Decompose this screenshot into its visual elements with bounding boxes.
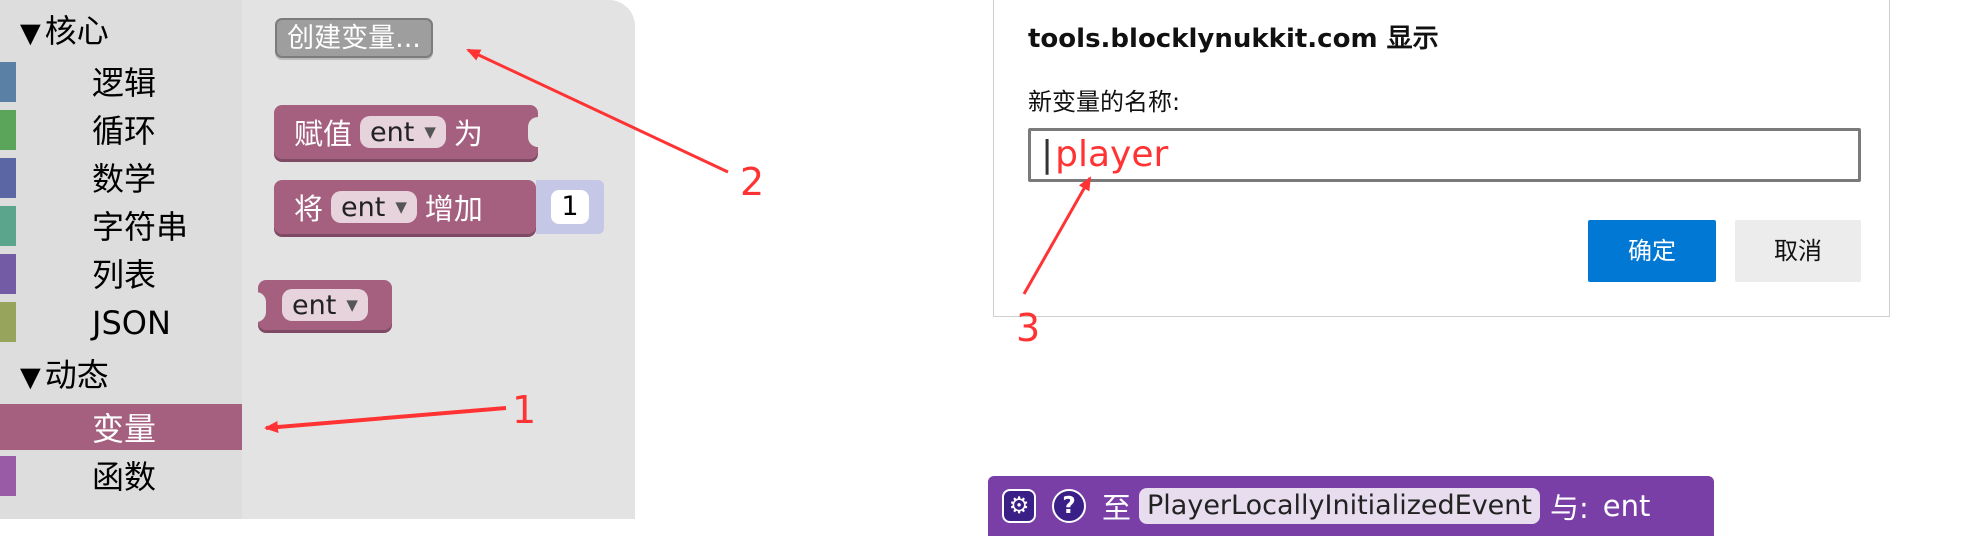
help-icon[interactable]: ?	[1052, 489, 1086, 523]
category-label: 逻辑	[92, 64, 157, 102]
expand-triangle-icon: ▼	[20, 18, 41, 49]
category-label: 循环	[92, 112, 157, 150]
category-group-dynamic[interactable]: ▼ 动态	[20, 352, 109, 398]
category-group-label: 动态	[44, 356, 109, 394]
category-color-swatch	[0, 62, 16, 102]
category-logic[interactable]: 逻辑	[0, 58, 242, 104]
ok-button[interactable]: 确定	[1588, 220, 1716, 282]
event-param-name: ent	[1602, 489, 1651, 523]
category-text[interactable]: 字符串	[0, 202, 242, 248]
variable-name-input[interactable]: |player	[1028, 128, 1861, 182]
gear-icon[interactable]: ⚙	[1002, 489, 1036, 523]
annotation-number-2: 2	[740, 160, 765, 204]
category-group-label: 核心	[44, 12, 109, 50]
block-label-by: 增加	[424, 192, 483, 226]
variable-dropdown[interactable]: ent ▼	[360, 116, 446, 148]
category-label: 变量	[92, 410, 157, 448]
variable-dropdown[interactable]: ent ▼	[331, 191, 417, 223]
category-math[interactable]: 数学	[0, 154, 242, 200]
change-variable-block[interactable]: 将 ent ▼ 增加 1	[274, 180, 604, 234]
dropdown-arrow-icon: ▼	[346, 296, 358, 314]
input-notch	[528, 117, 540, 147]
variable-name-input-value: player	[1055, 134, 1169, 175]
get-variable-block[interactable]: ent ▼	[256, 280, 392, 330]
category-label: 数学	[92, 160, 157, 198]
variable-name: ent	[341, 191, 386, 223]
dropdown-arrow-icon: ▼	[424, 123, 436, 141]
annotation-number-1: 1	[512, 388, 537, 432]
category-color-swatch	[0, 254, 16, 294]
set-variable-block[interactable]: 赋值 ent ▼ 为	[274, 105, 540, 159]
event-with-label: 与:	[1549, 491, 1589, 525]
annotation-number-3: 3	[1016, 306, 1041, 350]
variable-dropdown[interactable]: ent ▼	[282, 289, 368, 321]
category-color-swatch	[0, 302, 16, 342]
category-label: JSON	[92, 304, 171, 342]
category-functions[interactable]: 函数	[0, 452, 242, 498]
dialog-title: tools.blocklynukkit.com 显示	[1028, 24, 1439, 54]
category-label: 列表	[92, 256, 157, 294]
block-label-set: 赋值	[294, 117, 353, 151]
category-color-swatch	[0, 456, 16, 496]
block-label-to: 为	[453, 117, 483, 151]
category-loops[interactable]: 循环	[0, 106, 242, 152]
category-label: 函数	[92, 458, 157, 496]
number-field[interactable]: 1	[551, 190, 589, 224]
toolbox: ▼ 核心 逻辑 循环 数学 字符串 列表 JSON ▼ 动态 变量 函数	[0, 0, 242, 519]
text-caret-icon: |	[1041, 134, 1054, 175]
category-label: 字符串	[92, 208, 189, 246]
output-connector	[256, 292, 266, 322]
category-json[interactable]: JSON	[0, 298, 242, 344]
category-color-swatch	[0, 158, 16, 198]
category-color-swatch	[0, 110, 16, 150]
expand-triangle-icon: ▼	[20, 362, 41, 393]
dialog-prompt-label: 新变量的名称:	[1028, 88, 1181, 116]
category-lists[interactable]: 列表	[0, 250, 242, 296]
category-group-core[interactable]: ▼ 核心	[20, 8, 109, 54]
cancel-button[interactable]: 取消	[1735, 220, 1861, 282]
category-variables[interactable]: 变量	[0, 404, 242, 450]
variables-flyout	[242, 0, 635, 519]
event-to-label: 至	[1102, 491, 1132, 525]
event-handler-block[interactable]: ⚙ ? 至 PlayerLocallyInitializedEvent 与: e…	[988, 476, 1714, 536]
category-color-swatch	[0, 206, 16, 246]
variable-name: ent	[292, 289, 337, 321]
variable-name: ent	[370, 116, 415, 148]
create-variable-button[interactable]: 创建变量...	[275, 18, 433, 58]
dropdown-arrow-icon: ▼	[395, 198, 407, 216]
block-label-change: 将	[294, 192, 324, 226]
number-input-slot: 1	[536, 180, 604, 234]
prompt-dialog: tools.blocklynukkit.com 显示 新变量的名称: |play…	[993, 0, 1890, 317]
